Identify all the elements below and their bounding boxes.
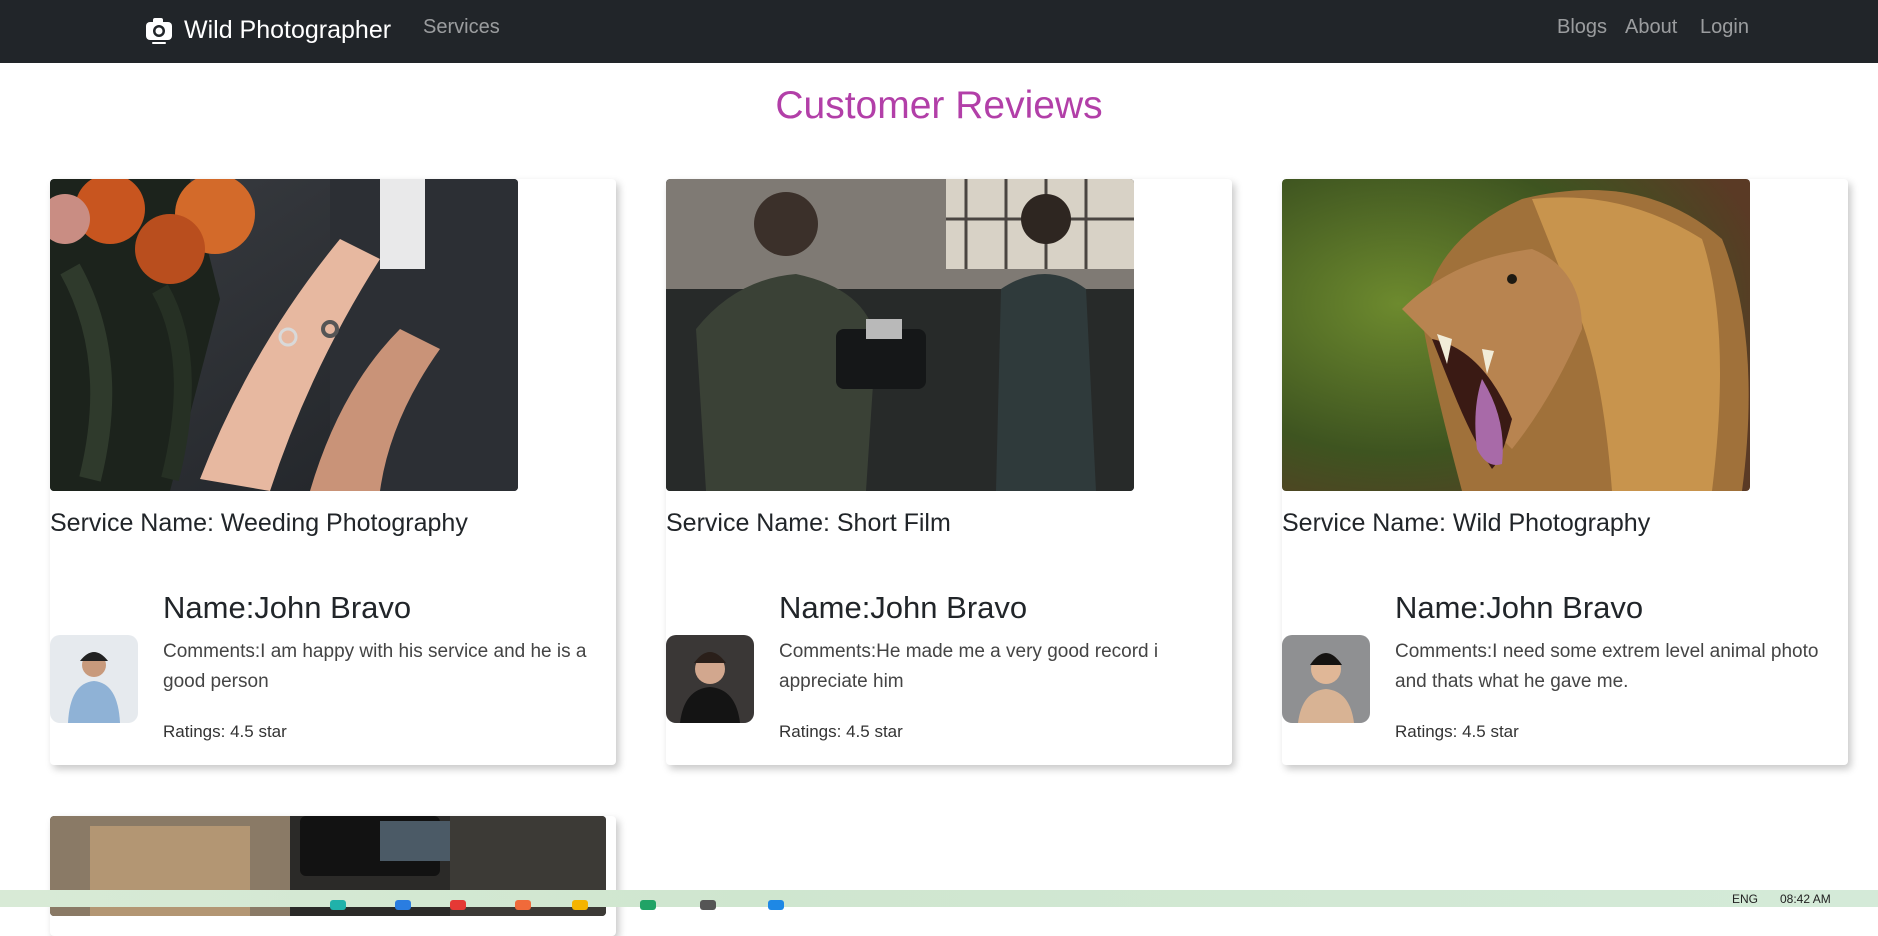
reviewer-name: Name:John Bravo <box>779 590 1028 625</box>
taskbar-app-icon[interactable] <box>700 900 716 910</box>
top-navbar: Wild Photographer Services Blogs About L… <box>0 0 1878 63</box>
taskbar-folder-icon[interactable] <box>572 900 588 910</box>
service-image-wedding <box>50 179 518 491</box>
reviewer-avatar <box>1282 635 1370 723</box>
review-card: Service Name: Wild Photography Name:John… <box>1282 179 1848 765</box>
review-rating: Ratings: 4.5 star <box>779 722 903 741</box>
brand-link[interactable]: Wild Photographer <box>144 10 391 50</box>
review-comment: Comments:I need some extrem level animal… <box>1395 641 1819 692</box>
review-rating: Ratings: 4.5 star <box>163 722 287 741</box>
reviewer-name: Name:John Bravo <box>1395 590 1644 625</box>
taskbar-language[interactable]: ENG <box>1732 892 1758 906</box>
reviewer-avatar <box>50 635 138 723</box>
review-rating: Ratings: 4.5 star <box>1395 722 1519 741</box>
taskbar-chrome-icon[interactable] <box>450 900 466 910</box>
taskbar-app-icon[interactable] <box>395 900 411 910</box>
service-name: Service Name: Wild Photography <box>1282 509 1651 537</box>
reviewer-name: Name:John Bravo <box>163 590 412 625</box>
nav-link-login[interactable]: Login <box>1700 14 1749 40</box>
taskbar-app-icon[interactable] <box>640 900 656 910</box>
service-image-lion <box>1282 179 1750 491</box>
taskbar-clock[interactable]: 08:42 AM <box>1780 892 1831 906</box>
nav-link-blogs[interactable]: Blogs <box>1557 14 1607 40</box>
camera-logo-icon <box>146 18 172 44</box>
page-title: Customer Reviews <box>775 84 1103 127</box>
review-card: Service Name: Short Film Name:John Bravo… <box>666 179 1232 765</box>
service-image-short-film <box>666 179 1134 491</box>
brand-name: Wild Photographer <box>184 15 392 44</box>
review-comment: Comments:I am happy with his service and… <box>163 641 587 692</box>
service-name: Service Name: Weeding Photography <box>50 509 468 537</box>
review-card-partial <box>50 816 616 936</box>
os-taskbar <box>0 890 1878 907</box>
taskbar-vscode-icon[interactable] <box>768 900 784 910</box>
taskbar-app-icon[interactable] <box>330 900 346 910</box>
reviewer-avatar <box>666 635 754 723</box>
nav-link-about[interactable]: About <box>1625 14 1677 40</box>
taskbar-app-icon[interactable] <box>515 900 531 910</box>
review-card: Service Name: Weeding Photography Name:J… <box>50 179 616 765</box>
nav-link-services[interactable]: Services <box>423 14 500 40</box>
review-comment: Comments:He made me a very good record i… <box>779 641 1159 692</box>
service-name: Service Name: Short Film <box>666 509 951 537</box>
